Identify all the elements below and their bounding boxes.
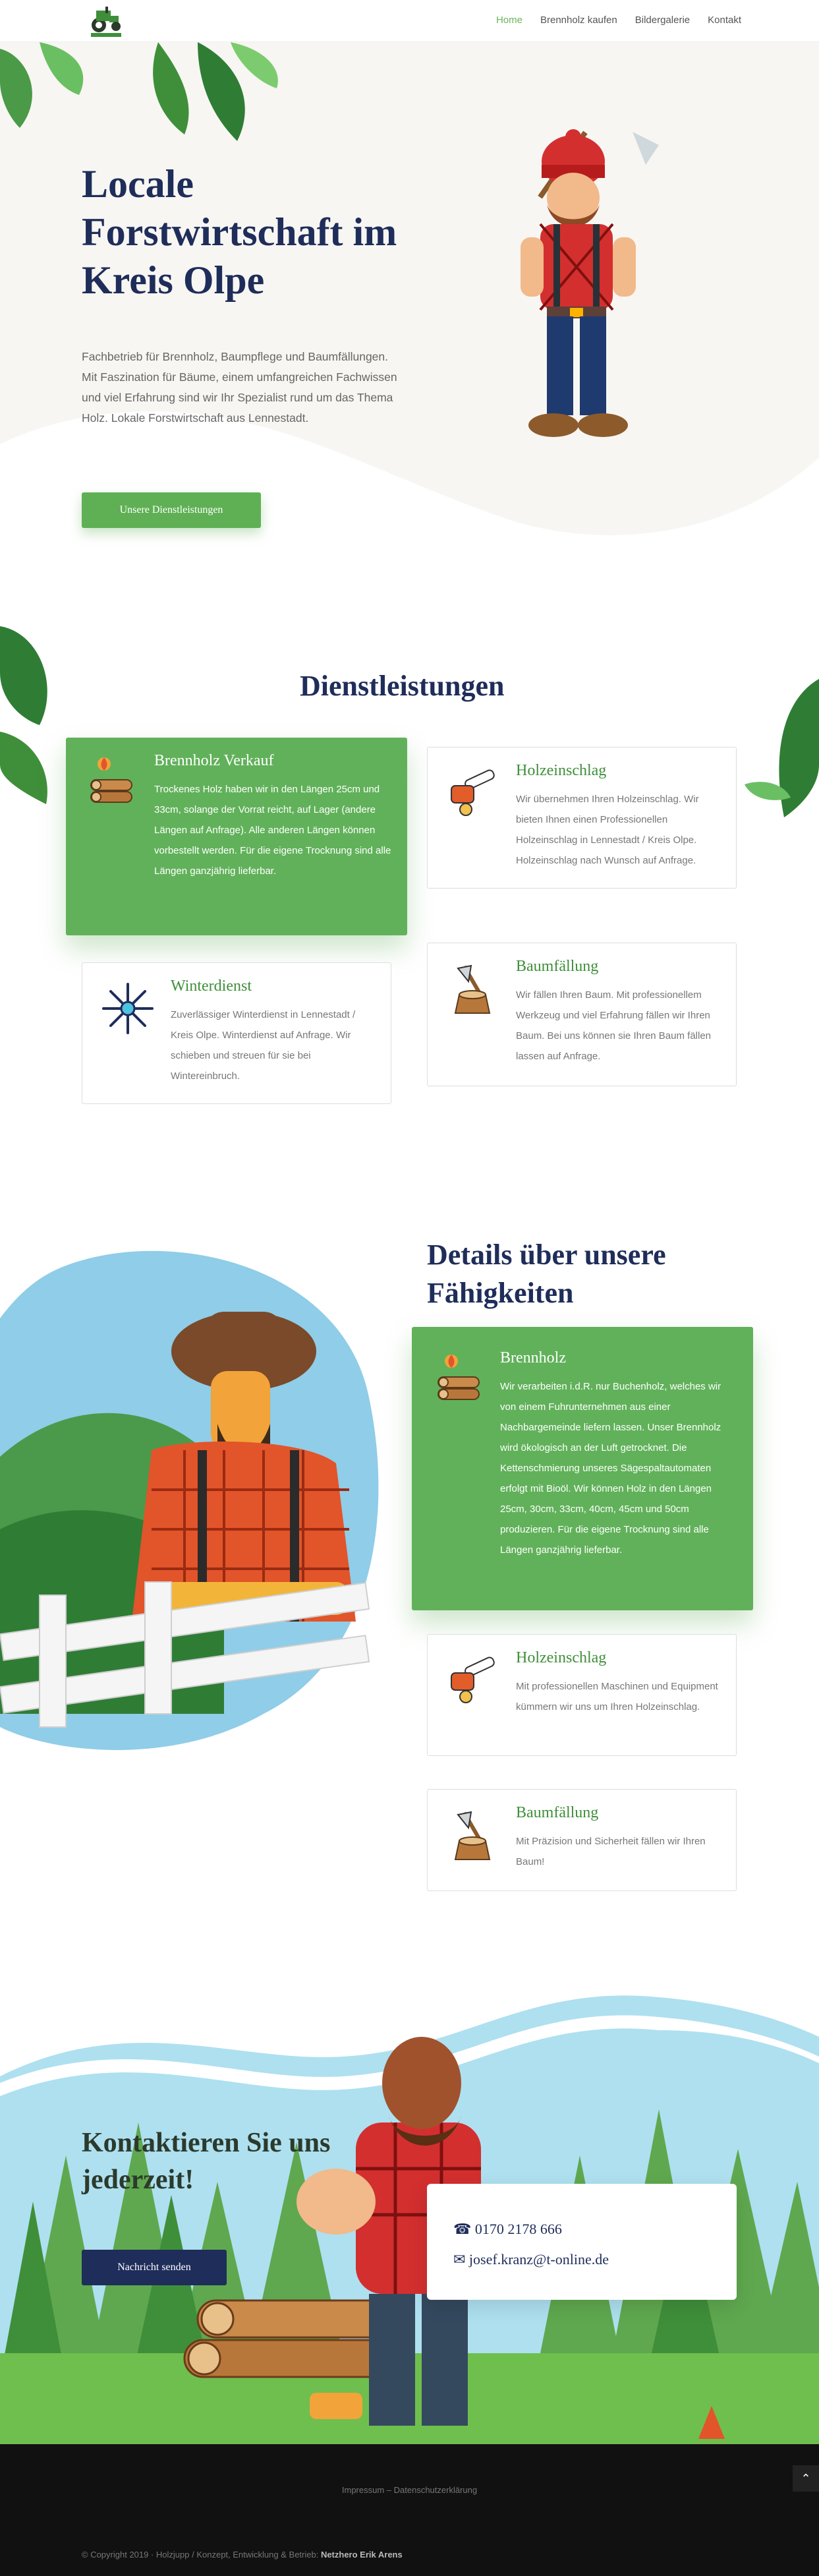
skills-title: Details über unsere Fähigkeiten bbox=[427, 1239, 666, 1309]
main-nav: Home Brennholz kaufen Bildergalerie Kont… bbox=[496, 15, 741, 26]
service-card-text: Wir fällen Ihren Baum. Mit professionell… bbox=[516, 989, 712, 1062]
snowflake-icon bbox=[102, 983, 154, 1034]
skill-card-baumfaellung[interactable]: Baumfällung Mit Präzision und Sicherheit… bbox=[427, 1789, 737, 1891]
skill-card-title: Baumfällung bbox=[516, 1804, 599, 1821]
axe-stump-icon bbox=[454, 964, 491, 1014]
skill-card-title: Holzeinschlag bbox=[516, 1649, 607, 1666]
hero-title: Locale Forstwirtschaft im Kreis Olpe bbox=[82, 162, 397, 302]
skill-card-title: Brennholz bbox=[500, 1349, 566, 1366]
nav-kontakt[interactable]: Kontakt bbox=[708, 15, 741, 26]
service-card-text: Wir übernehmen Ihren Holzeinschlag. Wir … bbox=[516, 794, 699, 866]
skill-card-text: Mit professionellen Maschinen und Equipm… bbox=[516, 1681, 718, 1712]
copyright-text: © Copyright 2019 · Holzjupp / Konzept, E… bbox=[82, 2550, 321, 2560]
lumberjack-illustration bbox=[521, 129, 659, 437]
services-button[interactable]: Unsere Dienstleistungen bbox=[82, 492, 261, 528]
axe-stump-icon bbox=[454, 1811, 491, 1860]
chainsaw-icon bbox=[451, 1656, 495, 1703]
contact-info-card: ☎ 0170 2178 666 ✉ josef.kranz@t-online.d… bbox=[427, 2184, 737, 2300]
service-card-winterdienst[interactable]: Winterdienst Zuverlässiger Winterdienst … bbox=[82, 962, 391, 1104]
firewood-icon bbox=[438, 1355, 480, 1400]
hiker-illustration bbox=[0, 1250, 379, 1750]
skill-card-holzeinschlag[interactable]: Holzeinschlag Mit professionellen Maschi… bbox=[427, 1634, 737, 1756]
send-message-button[interactable]: Nachricht senden bbox=[82, 2250, 227, 2285]
service-card-brennholz[interactable]: Brennholz Verkauf Trockenes Holz haben w… bbox=[66, 738, 407, 935]
copyright: © Copyright 2019 · Holzjupp / Konzept, E… bbox=[82, 2550, 403, 2560]
nav-bildergalerie[interactable]: Bildergalerie bbox=[635, 15, 690, 26]
hero-description: Fachbetrieb für Brennholz, Baumpflege un… bbox=[82, 350, 397, 424]
copyright-owner-link[interactable]: Netzhero Erik Arens bbox=[321, 2550, 403, 2560]
nav-brennholz-kaufen[interactable]: Brennholz kaufen bbox=[540, 15, 617, 26]
nav-home[interactable]: Home bbox=[496, 15, 522, 26]
scroll-to-top-button[interactable]: ⌃ bbox=[793, 2465, 819, 2492]
chainsaw-icon bbox=[451, 769, 495, 816]
tractor-logo-icon[interactable] bbox=[86, 4, 127, 38]
service-card-title: Brennholz Verkauf bbox=[154, 752, 274, 769]
service-card-text: Trockenes Holz haben wir in den Längen 2… bbox=[154, 784, 391, 877]
contact-title: Kontaktieren Sie uns jederzeit! bbox=[82, 2128, 331, 2195]
footer-links[interactable]: Impressum – Datenschutzerklärung bbox=[0, 2485, 819, 2495]
skill-card-text: Mit Präzision und Sicherheit fällen wir … bbox=[516, 1836, 706, 1867]
skill-card-text: Wir verarbeiten i.d.R. nur Buchenholz, w… bbox=[500, 1381, 721, 1556]
top-navigation-bar: Home Brennholz kaufen Bildergalerie Kont… bbox=[0, 0, 819, 42]
service-card-title: Baumfällung bbox=[516, 958, 599, 975]
service-card-holzeinschlag[interactable]: Holzeinschlag Wir übernehmen Ihren Holze… bbox=[427, 747, 737, 889]
phone-number[interactable]: ☎ 0170 2178 666 bbox=[453, 2214, 710, 2244]
service-card-text: Zuverlässiger Winterdienst in Lennestadt… bbox=[171, 1009, 356, 1082]
email-address[interactable]: ✉ josef.kranz@t-online.de bbox=[453, 2244, 710, 2275]
service-card-title: Winterdienst bbox=[171, 978, 252, 995]
skill-card-brennholz[interactable]: Brennholz Wir verarbeiten i.d.R. nur Buc… bbox=[412, 1327, 753, 1610]
services-title: Dienstleistungen bbox=[300, 670, 505, 702]
firewood-icon bbox=[90, 757, 132, 803]
service-card-baumfaellung[interactable]: Baumfällung Wir fällen Ihren Baum. Mit p… bbox=[427, 943, 737, 1086]
service-card-title: Holzeinschlag bbox=[516, 762, 607, 779]
